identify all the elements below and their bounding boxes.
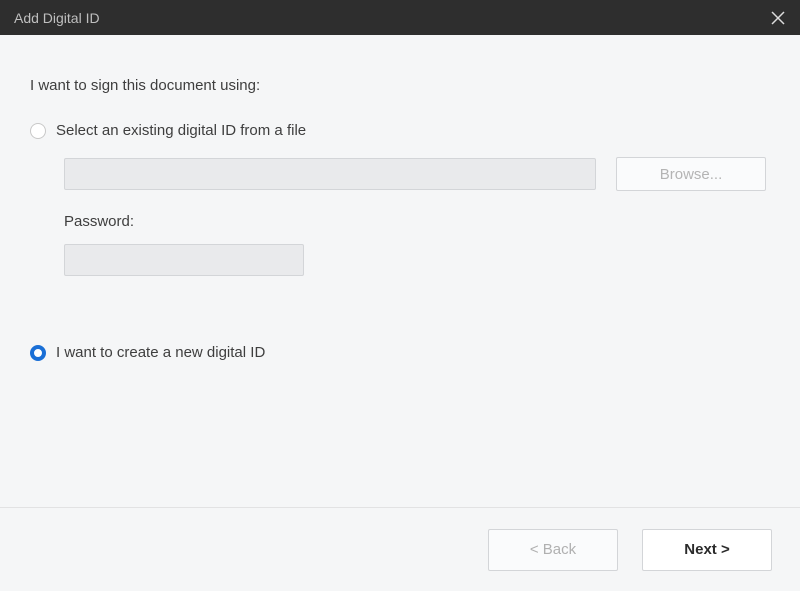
radio-icon (30, 123, 46, 139)
password-label: Password: (64, 213, 770, 230)
radio-create-id[interactable]: I want to create a new digital ID (30, 344, 770, 361)
password-input[interactable] (64, 244, 304, 276)
radio-icon (30, 345, 46, 361)
file-path-input[interactable] (64, 158, 596, 190)
next-button[interactable]: Next > (642, 529, 772, 571)
radio-create-label: I want to create a new digital ID (56, 344, 265, 361)
file-row: Browse... (30, 157, 770, 191)
back-button[interactable]: < Back (488, 529, 618, 571)
option-create-group: I want to create a new digital ID (30, 344, 770, 361)
password-section: Password: (30, 213, 770, 276)
radio-existing-id[interactable]: Select an existing digital ID from a fil… (30, 122, 770, 139)
option-existing-group: Select an existing digital ID from a fil… (30, 122, 770, 276)
close-icon[interactable] (768, 8, 788, 28)
dialog-footer: < Back Next > (0, 507, 800, 591)
dialog-content: I want to sign this document using: Sele… (0, 35, 800, 507)
radio-existing-label: Select an existing digital ID from a fil… (56, 122, 306, 139)
browse-button[interactable]: Browse... (616, 157, 766, 191)
window-title: Add Digital ID (14, 10, 100, 26)
titlebar: Add Digital ID (0, 0, 800, 35)
prompt-label: I want to sign this document using: (30, 77, 770, 94)
